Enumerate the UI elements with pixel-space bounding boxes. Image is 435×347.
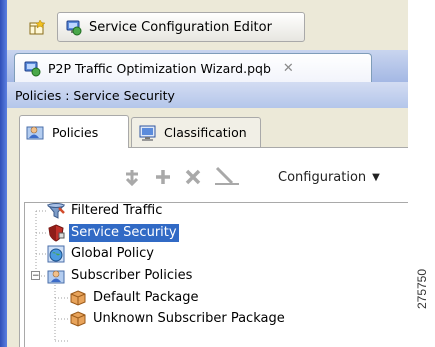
edit-icon[interactable]	[214, 166, 240, 186]
shield-icon	[48, 224, 65, 242]
add-child-icon[interactable]	[123, 168, 141, 186]
tab-classification-label: Classification	[164, 125, 247, 140]
tree-node-subscriber-policies[interactable]: Subscriber Policies	[47, 265, 194, 287]
tab-policies-label: Policies	[52, 124, 99, 140]
package-icon	[70, 311, 86, 327]
tab-policies[interactable]: Policies	[19, 115, 129, 148]
tree-node-unknown-subscriber-package[interactable]: Unknown Subscriber Package	[69, 308, 287, 330]
service-config-editor-icon	[66, 20, 82, 36]
editor-file-icon	[24, 61, 41, 77]
tree-collapse-toggle[interactable]: −	[31, 271, 40, 281]
window-left-edge	[0, 0, 7, 347]
filter-funnel-icon	[47, 203, 65, 219]
configuration-dropdown[interactable]: Configuration ▼	[278, 162, 406, 192]
tree-node-filtered-traffic[interactable]: Filtered Traffic	[47, 200, 164, 222]
globe-icon	[47, 245, 65, 263]
tree-node-label: Unknown Subscriber Package	[93, 311, 285, 326]
editor-tab-p2p-wizard[interactable]: P2P Traffic Optimization Wizard.pqb ✕	[14, 53, 372, 82]
configuration-label: Configuration	[278, 169, 367, 185]
policy-toolbar: Configuration ▼	[20, 154, 408, 196]
editor-button-label: Service Configuration Editor	[89, 19, 272, 35]
tree-node-service-security[interactable]: Service Security	[47, 222, 179, 244]
subscriber-icon	[47, 270, 65, 284]
tree-node-global-policy[interactable]: Global Policy	[47, 243, 156, 265]
figure-id-text: 275750	[415, 268, 430, 310]
classification-icon	[139, 125, 156, 141]
tab-classification[interactable]: Classification	[131, 117, 261, 147]
policies-icon	[26, 126, 44, 140]
tree-node-label: Service Security	[69, 224, 179, 242]
package-icon	[70, 290, 86, 306]
figure-id: 275750	[411, 254, 433, 324]
editor-content: Policies Classification Configuration ▼ …	[7, 108, 408, 347]
tree-node-label: Default Package	[93, 290, 199, 305]
window: Service Configuration Editor P2P Traffic…	[0, 0, 408, 347]
policies-panel: Configuration ▼ Filtered Traffic Service…	[19, 147, 408, 347]
tree-node-label: Filtered Traffic	[71, 203, 163, 218]
tree-node-label: Global Policy	[71, 246, 154, 261]
editor-tab-title: P2P Traffic Optimization Wizard.pqb	[48, 60, 271, 76]
editor-tab-bar: P2P Traffic Optimization Wizard.pqb ✕	[7, 50, 408, 82]
policy-tree: Filtered Traffic Service Security Global…	[24, 202, 408, 347]
close-icon[interactable]: ✕	[283, 61, 294, 76]
tree-node-default-package[interactable]: Default Package	[69, 287, 201, 309]
tree-node-label: Subscriber Policies	[71, 268, 193, 283]
service-configuration-editor-button[interactable]: Service Configuration Editor	[57, 12, 305, 42]
breadcrumb-text: Policies : Service Security	[15, 87, 175, 103]
add-icon[interactable]	[154, 168, 172, 186]
perspective-icon[interactable]	[29, 20, 45, 36]
breadcrumb: Policies : Service Security	[7, 82, 408, 108]
chevron-down-icon: ▼	[372, 171, 380, 183]
delete-icon[interactable]	[184, 168, 202, 186]
perspective-toolbar: Service Configuration Editor	[7, 0, 408, 50]
